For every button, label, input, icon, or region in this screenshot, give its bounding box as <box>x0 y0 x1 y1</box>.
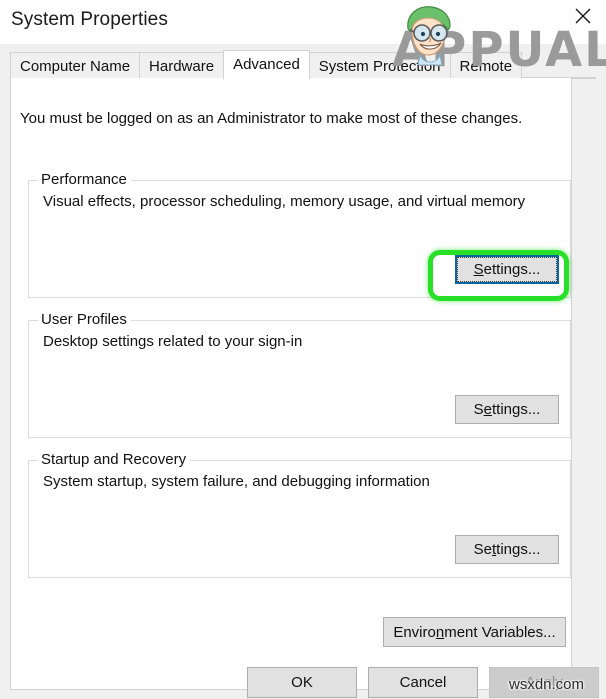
environment-variables-button[interactable]: Enviro n ment Variables... <box>383 617 566 647</box>
environment-variables-accel: n <box>435 623 445 641</box>
user-profiles-settings-label-suffix: ttings... <box>492 401 541 418</box>
system-properties-window: System Properties Computer Name Hardware… <box>0 0 606 699</box>
group-startup-recovery-description: System startup, system failure, and debu… <box>43 473 430 490</box>
user-profiles-settings-button[interactable]: Se ttings... <box>455 395 559 424</box>
tab-advanced[interactable]: Advanced <box>223 50 310 79</box>
performance-settings-accel: S <box>473 261 484 278</box>
tab-strip: Computer Name Hardware Advanced System P… <box>10 50 596 79</box>
close-icon[interactable] <box>560 0 606 32</box>
group-user-profiles-description: Desktop settings related to your sign-in <box>43 333 303 350</box>
ok-button[interactable]: OK <box>247 667 357 698</box>
title-bar: System Properties <box>0 0 606 44</box>
tab-computer-name[interactable]: Computer Name <box>10 52 141 79</box>
group-performance-legend: Performance <box>38 171 131 188</box>
tab-strip-filler <box>521 51 596 78</box>
user-profiles-settings-accel: e <box>483 401 492 418</box>
group-performance: Performance Visual effects, processor sc… <box>28 171 571 298</box>
environment-variables-label-prefix: Enviro <box>393 623 436 641</box>
group-performance-description: Visual effects, processor scheduling, me… <box>43 193 526 210</box>
administrator-note: You must be logged on as an Administrato… <box>20 110 523 127</box>
cancel-button[interactable]: Cancel <box>368 667 478 698</box>
group-startup-recovery-legend: Startup and Recovery <box>38 451 191 468</box>
wsxdn-watermark: wsxdn.com <box>509 676 585 693</box>
group-startup-recovery: Startup and Recovery System startup, sys… <box>28 451 571 578</box>
dialog-body: Computer Name Hardware Advanced System P… <box>0 44 606 699</box>
startup-recovery-settings-button[interactable]: Se t tings... <box>455 535 559 564</box>
tab-remote[interactable]: Remote <box>449 52 523 79</box>
tab-system-protection[interactable]: System Protection <box>308 52 451 79</box>
tab-hardware[interactable]: Hardware <box>139 52 225 79</box>
startup-recovery-settings-label-prefix: Se <box>473 541 492 558</box>
performance-settings-button[interactable]: Settings... <box>455 255 559 284</box>
user-profiles-settings-label-prefix: S <box>473 401 484 418</box>
group-user-profiles-legend: User Profiles <box>38 311 131 328</box>
performance-settings-label-suffix: ettings... <box>483 261 541 278</box>
startup-recovery-settings-label-suffix: tings... <box>496 541 541 558</box>
window-title: System Properties <box>11 9 168 30</box>
performance-settings-focus-rect: Settings... <box>457 257 557 282</box>
group-user-profiles: User Profiles Desktop settings related t… <box>28 311 571 438</box>
environment-variables-label-suffix: ment Variables... <box>444 623 556 641</box>
